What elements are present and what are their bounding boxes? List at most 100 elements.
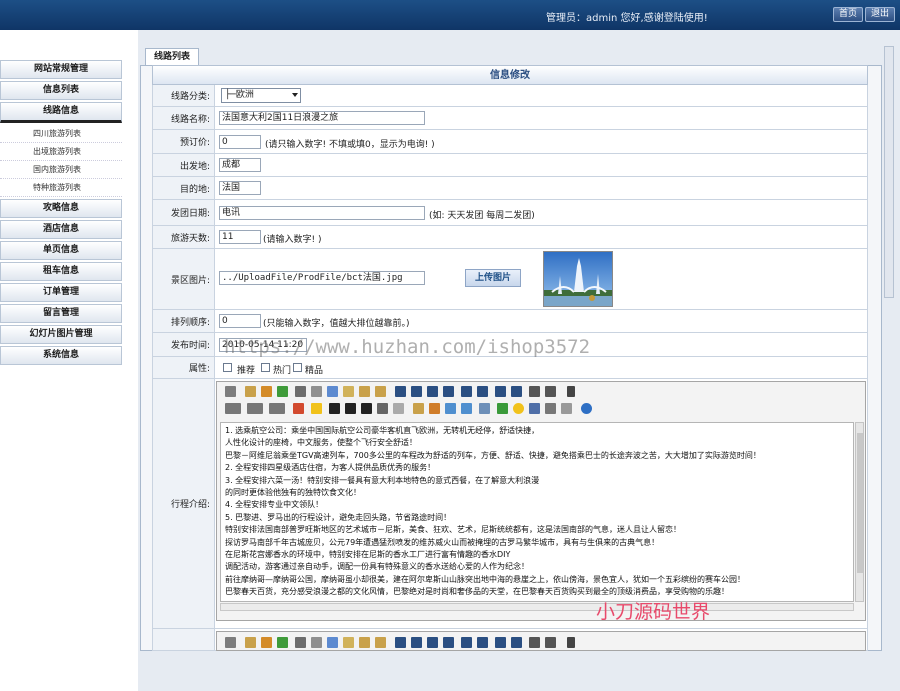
sidebar-item-guides[interactable]: 攻略信息 — [0, 199, 122, 218]
preview-icon[interactable] — [245, 637, 256, 648]
bullet-list-icon[interactable] — [477, 637, 488, 648]
undo-icon[interactable] — [261, 637, 272, 648]
print-icon[interactable] — [295, 637, 306, 648]
cut-icon[interactable] — [311, 386, 322, 397]
preview-icon[interactable] — [245, 386, 256, 397]
text-color-icon[interactable] — [293, 403, 304, 414]
heading-icon[interactable] — [225, 403, 241, 414]
superscript-icon[interactable] — [545, 637, 556, 648]
ordered-list-icon[interactable] — [461, 386, 472, 397]
paste-word-icon[interactable] — [375, 637, 386, 648]
days-input[interactable]: 11 — [219, 230, 261, 244]
indent-icon[interactable] — [495, 637, 506, 648]
editor-content[interactable]: 1. 选乘航空公司：乘坐中国国际航空公司豪华客机直飞欧洲，无转机无经停，舒适快捷… — [220, 422, 854, 602]
special-char-icon[interactable] — [529, 403, 540, 414]
bullet-list-icon[interactable] — [477, 386, 488, 397]
cut-icon[interactable] — [311, 637, 322, 648]
indent-icon[interactable] — [495, 386, 506, 397]
help-icon[interactable] — [581, 403, 592, 414]
align-left-icon[interactable] — [395, 386, 406, 397]
order-input[interactable]: 0 — [219, 314, 261, 328]
align-left-icon[interactable] — [395, 637, 406, 648]
media-icon[interactable] — [445, 403, 456, 414]
price-input[interactable]: 0 — [219, 135, 261, 149]
sidebar-item-site-settings[interactable]: 网站常规管理 — [0, 60, 122, 79]
image-icon[interactable] — [413, 403, 424, 414]
italic-icon[interactable] — [345, 403, 356, 414]
checkbox-recommend[interactable] — [223, 363, 232, 372]
sidebar-item-system[interactable]: 系统信息 — [0, 346, 122, 365]
paste-icon[interactable] — [343, 386, 354, 397]
outdent-icon[interactable] — [511, 637, 522, 648]
ordered-list-icon[interactable] — [461, 637, 472, 648]
name-input[interactable]: 法国意大利2国11日浪漫之旅 — [219, 111, 425, 125]
undo-icon[interactable] — [261, 386, 272, 397]
link-icon[interactable] — [545, 403, 556, 414]
copy-icon[interactable] — [327, 637, 338, 648]
checkbox-hot[interactable] — [261, 363, 270, 372]
flash-icon[interactable] — [429, 403, 440, 414]
sidebar-subitem-special[interactable]: 特种旅游列表 — [0, 179, 122, 197]
editor-scrollbar[interactable] — [855, 422, 864, 602]
scenic-thumbnail[interactable] — [543, 251, 613, 307]
sidebar-item-orders[interactable]: 订单管理 — [0, 283, 122, 302]
subscript-icon[interactable] — [529, 386, 540, 397]
cursor-icon[interactable] — [567, 386, 575, 397]
justify-icon[interactable] — [443, 637, 454, 648]
home-button[interactable]: 首页 — [833, 7, 864, 22]
schedule-input[interactable]: 电讯 — [219, 206, 425, 220]
page-scrollbar[interactable] — [884, 46, 894, 298]
checkbox-featured[interactable] — [293, 363, 302, 372]
redo-icon[interactable] — [277, 637, 288, 648]
outdent-icon[interactable] — [511, 386, 522, 397]
departure-input[interactable]: 成都 — [219, 158, 261, 172]
copy-icon[interactable] — [327, 386, 338, 397]
source-icon[interactable] — [225, 386, 236, 397]
sidebar-item-slideshow[interactable]: 幻灯片图片管理 — [0, 325, 122, 344]
align-right-icon[interactable] — [427, 386, 438, 397]
bold-icon[interactable] — [329, 403, 340, 414]
tab-route-list[interactable]: 线路列表 — [145, 48, 200, 65]
superscript-icon[interactable] — [545, 386, 556, 397]
table-icon[interactable] — [479, 403, 490, 414]
emoticon-icon[interactable] — [513, 403, 524, 414]
font-size-icon[interactable] — [269, 403, 285, 414]
image-path-input[interactable]: ../UploadFile/ProdFile/bct法国.jpg — [219, 271, 425, 285]
horizontal-rule-icon[interactable] — [497, 403, 508, 414]
editor-scroll-thumb[interactable] — [857, 433, 863, 573]
sidebar-item-info-list[interactable]: 信息列表 — [0, 81, 122, 100]
sidebar-item-pages[interactable]: 单页信息 — [0, 241, 122, 260]
paste-text-icon[interactable] — [359, 637, 370, 648]
font-family-icon[interactable] — [247, 403, 263, 414]
sidebar-item-hotels[interactable]: 酒店信息 — [0, 220, 122, 239]
unlink-icon[interactable] — [561, 403, 572, 414]
align-center-icon[interactable] — [411, 637, 422, 648]
print-icon[interactable] — [295, 386, 306, 397]
underline-icon[interactable] — [361, 403, 372, 414]
sidebar-subitem-outbound[interactable]: 出境旅游列表 — [0, 143, 122, 161]
source-icon[interactable] — [225, 637, 236, 648]
paste-icon[interactable] — [343, 637, 354, 648]
destination-input[interactable]: 法国 — [219, 181, 261, 195]
subscript-icon[interactable] — [529, 637, 540, 648]
remove-format-icon[interactable] — [393, 403, 404, 414]
upload-image-button[interactable]: 上传图片 — [465, 269, 521, 287]
sidebar-subitem-domestic[interactable]: 国内旅游列表 — [0, 161, 122, 179]
strikethrough-icon[interactable] — [377, 403, 388, 414]
align-right-icon[interactable] — [427, 637, 438, 648]
highlight-icon[interactable] — [311, 403, 322, 414]
sidebar-subitem-sichuan[interactable]: 四川旅游列表 — [0, 125, 122, 143]
category-select[interactable]: ├─欧洲 — [221, 88, 301, 103]
sidebar-item-messages[interactable]: 留言管理 — [0, 304, 122, 323]
cursor-icon[interactable] — [567, 637, 575, 648]
sidebar-item-car-rental[interactable]: 租车信息 — [0, 262, 122, 281]
paste-text-icon[interactable] — [359, 386, 370, 397]
sidebar-item-route-info[interactable]: 线路信息 — [0, 102, 122, 123]
paste-word-icon[interactable] — [375, 386, 386, 397]
exit-button[interactable]: 退出 — [865, 7, 896, 22]
redo-icon[interactable] — [277, 386, 288, 397]
justify-icon[interactable] — [443, 386, 454, 397]
align-center-icon[interactable] — [411, 386, 422, 397]
file-icon[interactable] — [461, 403, 472, 414]
editor-resize-handle[interactable] — [220, 603, 854, 611]
